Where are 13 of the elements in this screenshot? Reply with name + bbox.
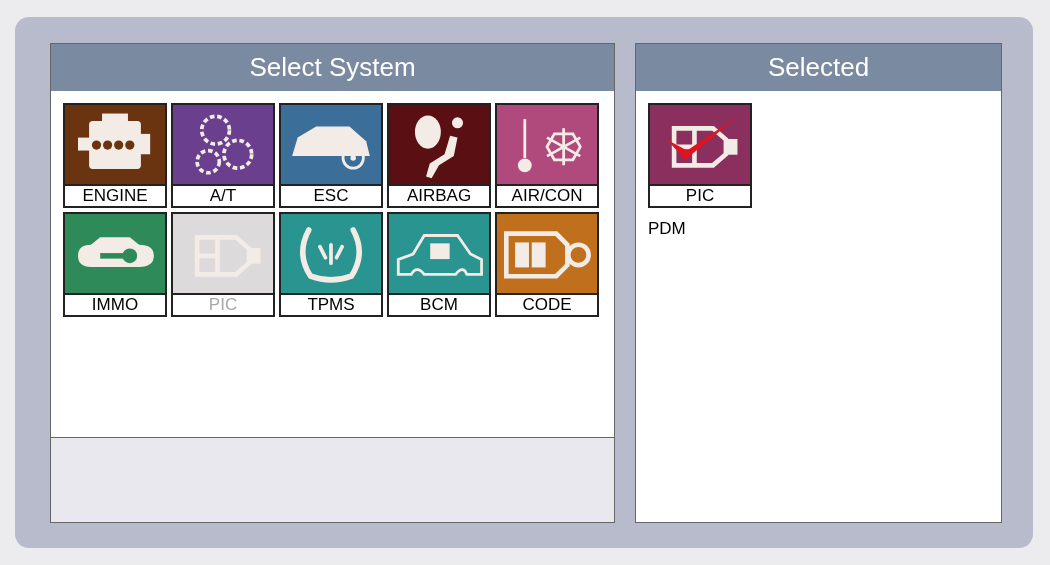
system-tile[interactable]: PIC xyxy=(648,103,752,208)
system-tile[interactable]: ENGINE xyxy=(63,103,167,208)
system-tile[interactable]: A/T xyxy=(171,103,275,208)
system-tile[interactable]: BCM xyxy=(387,212,491,317)
system-tile[interactable]: IMMO xyxy=(63,212,167,317)
system-tile[interactable]: AIRBAG xyxy=(387,103,491,208)
panel-title: Selected xyxy=(767,51,870,84)
system-caption: PDM xyxy=(648,218,687,240)
system-tile[interactable]: TPMS xyxy=(279,212,383,317)
system-tile[interactable]: ESC xyxy=(279,103,383,208)
system-tile[interactable]: CODE xyxy=(495,212,599,317)
panel-title: Select System xyxy=(249,51,416,84)
system-tile[interactable]: AIR/CON xyxy=(495,103,599,208)
